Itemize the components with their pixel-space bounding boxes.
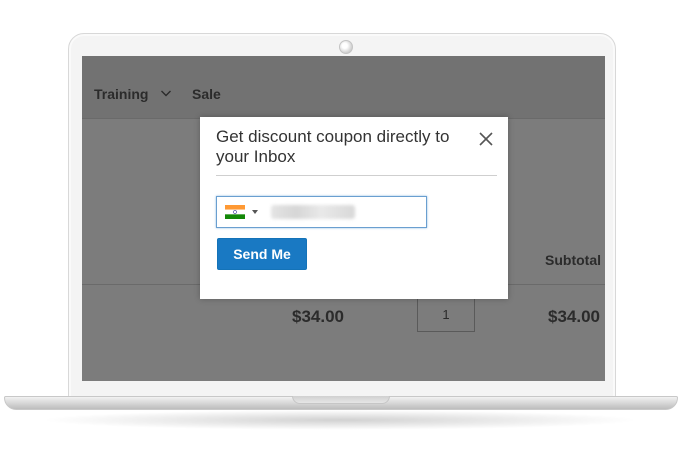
nav-sale[interactable]: Sale: [192, 86, 221, 102]
subtotal-column-header: Subtotal: [545, 252, 601, 268]
item-subtotal: $34.00: [548, 307, 600, 326]
blurred-phone-number: [271, 205, 355, 219]
country-selector[interactable]: [225, 205, 261, 221]
laptop-shadow: [40, 410, 640, 430]
laptop-base-notch: [292, 396, 390, 404]
india-flag-icon: [225, 205, 245, 219]
modal-divider: [216, 175, 497, 176]
nav-training[interactable]: Training: [94, 86, 148, 102]
laptop-camera: [339, 40, 353, 54]
close-icon: [479, 132, 493, 146]
send-me-button[interactable]: Send Me: [217, 238, 307, 270]
caret-down-icon: [252, 210, 258, 214]
phone-field[interactable]: [216, 196, 427, 228]
chevron-down-icon[interactable]: [160, 86, 172, 100]
modal-title: Get discount coupon directly to your Inb…: [216, 127, 450, 166]
quantity-input[interactable]: 1: [417, 298, 475, 332]
item-price: $34.00: [292, 307, 344, 326]
close-button[interactable]: [476, 129, 496, 149]
discount-coupon-modal: Get discount coupon directly to your Inb…: [200, 117, 508, 299]
store-navbar: Training Sale: [82, 56, 605, 119]
